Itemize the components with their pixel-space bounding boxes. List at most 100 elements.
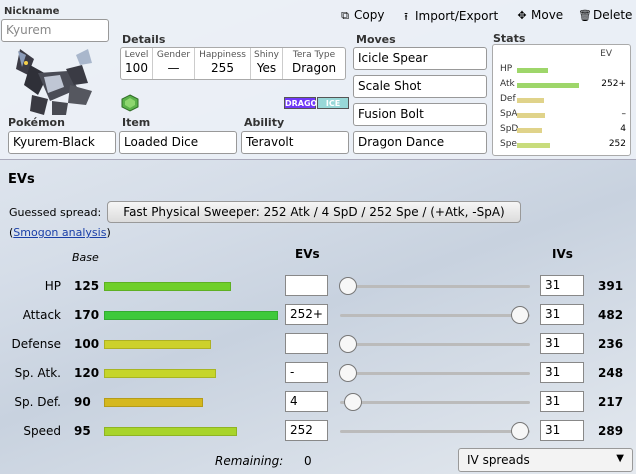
stat-summary-ev: 4 [620,124,626,134]
stat-base-value: 100 [74,337,100,351]
ev-input[interactable] [285,333,328,354]
ev-slider-track[interactable] [340,314,530,317]
ev-input[interactable]: 252+ [285,304,328,325]
stat-total: 248 [598,366,624,380]
ev-slider-track[interactable] [340,401,530,404]
detail-value: Yes [256,61,277,75]
item-label: Item [122,116,151,129]
iv-input[interactable]: 31 [540,391,584,412]
import-export-button[interactable]: ⭱ Import/Export [400,8,498,27]
stat-summary-ev: 252+ [601,79,626,89]
ev-input[interactable] [285,275,328,296]
type-badge: DRAGON [284,97,325,109]
smogon-analysis: (Smogon analysis) [9,226,111,239]
move-2-field[interactable]: Scale Shot [353,75,487,98]
iv-input[interactable]: 31 [540,275,584,296]
move-4-field[interactable]: Dragon Dance [353,131,487,154]
ev-input[interactable]: 4 [285,391,328,412]
stat-total: 236 [598,337,624,351]
ev-slider-thumb[interactable] [511,422,529,440]
stats-box[interactable]: EV HP Atk 252+ Def SpA – SpD 4 Spe 252 [492,44,631,156]
ev-slider-thumb[interactable] [339,335,357,353]
stat-summary-bar [517,113,545,118]
stat-summary-name: Atk [500,79,515,89]
detail-value: 255 [211,61,234,75]
set-panel: Nickname Kyurem DRAGON ICE Details Level … [0,0,636,160]
nickname-label: Nickname [4,6,60,17]
guessed-spread-button[interactable]: Fast Physical Sweeper: 252 Atk / 4 SpD /… [107,201,521,223]
stat-row: Attack 170 252+ 31 482 [0,304,636,326]
stat-name: Defense [11,337,61,351]
stat-row: Defense 100 31 236 [0,333,636,355]
ev-slider-thumb[interactable] [511,306,529,324]
pokemon-field[interactable]: Kyurem-Black [8,131,116,154]
smogon-analysis-link[interactable]: Smogon analysis [13,226,106,239]
detail-happiness: Happiness 255 [195,48,251,79]
stat-total: 391 [598,279,624,293]
stat-summary-bar [517,98,544,103]
ev-input[interactable]: 252 [285,420,328,441]
ev-slider-track[interactable] [340,430,530,433]
stat-summary-row: Atk 252+ [493,78,632,92]
stat-row: Sp. Atk. 120 - 31 248 [0,362,636,384]
iv-input[interactable]: 31 [540,420,584,441]
stat-summary-bar [517,143,550,148]
details-label: Details [122,33,166,46]
nickname-field[interactable]: Kyurem [1,19,109,42]
stat-name: HP [44,279,61,293]
iv-input[interactable]: 31 [540,333,584,354]
detail-shiny: Shiny Yes [251,48,283,79]
detail-key: Tera Type [292,50,336,60]
ev-input[interactable]: - [285,362,328,383]
detail-value: 100 [125,61,148,75]
detail-gender: Gender — [153,48,195,79]
iv-spreads-select[interactable]: IV spreads ▼ [458,448,633,472]
details-box[interactable]: Level 100 Gender — Happiness 255 Shiny Y… [120,47,346,80]
stat-summary-name: Def [500,94,516,104]
remaining-label: Remaining: [215,454,284,468]
iv-input[interactable]: 31 [540,304,584,325]
type-badge: ICE [317,97,349,109]
stat-row: Speed 95 252 31 289 [0,420,636,442]
ev-slider-track[interactable] [340,372,530,375]
delete-button[interactable]: 🗑Delete [578,8,632,22]
base-stat-bar [104,369,216,378]
evs-section-title: EVs [8,172,35,187]
move-3-field[interactable]: Fusion Bolt [353,103,487,126]
move-label: Move [531,8,564,22]
stat-name: Sp. Atk. [14,366,61,380]
move-1-field[interactable]: Icicle Spear [353,47,487,70]
stat-total: 289 [598,424,624,438]
ev-slider-track[interactable] [340,343,530,346]
stat-row: HP 125 31 391 [0,275,636,297]
ev-slider-thumb[interactable] [339,364,357,382]
iv-spreads-label: IV spreads [467,453,530,467]
ev-slider-track[interactable] [340,285,530,288]
remaining-value: 0 [304,454,312,468]
stat-summary-row: SpD 4 [493,123,632,137]
stat-summary-name: SpA [500,109,518,119]
stat-total: 217 [598,395,624,409]
iv-input[interactable]: 31 [540,362,584,383]
detail-level: Level 100 [121,48,153,79]
ev-slider-thumb[interactable] [344,393,362,411]
move-arrows-icon: ✥ [517,9,527,22]
ability-field[interactable]: Teravolt [241,131,349,154]
copy-icon: ⧉ [341,9,349,22]
ev-slider-thumb[interactable] [339,277,357,295]
stat-summary-row: Spe 252 [493,138,632,152]
nickname-placeholder: Kyurem [6,23,52,37]
stat-name: Speed [23,424,61,438]
stat-summary-row: HP [493,63,632,77]
move-button[interactable]: ✥ Move [516,8,563,22]
copy-button[interactable]: ⧉ Copy [339,8,384,23]
moves-label: Moves [356,33,396,46]
item-field[interactable]: Loaded Dice [119,131,237,154]
base-stat-bar [104,340,211,349]
stat-base-value: 90 [74,395,91,409]
tera-type-icon [121,94,139,112]
stat-base-value: 170 [74,308,100,322]
pokemon-label: Pokémon [8,116,65,129]
stat-base-value: 125 [74,279,100,293]
stat-summary-bar [517,128,542,133]
